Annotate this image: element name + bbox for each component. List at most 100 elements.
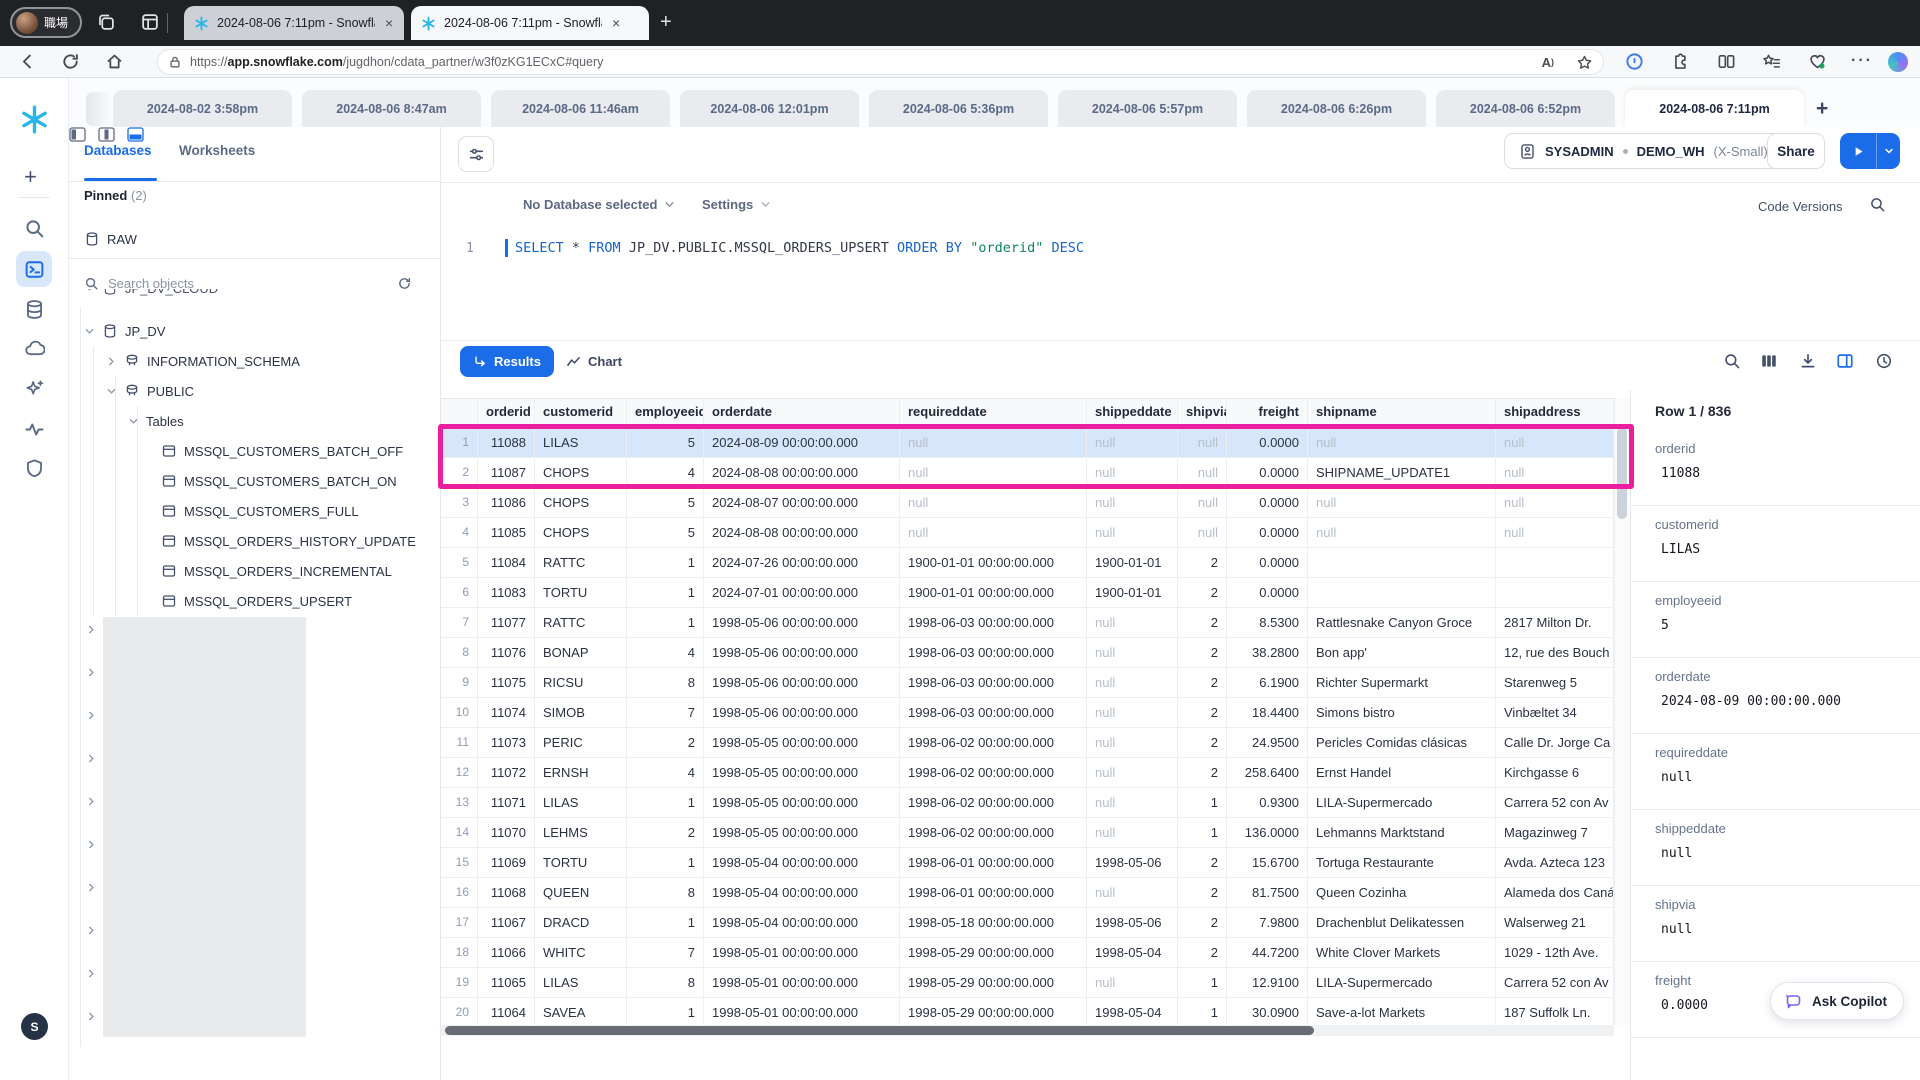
table-row[interactable]: 511084RATTC12024-07-26 00:00:00.0001900-…	[441, 548, 1614, 578]
table-row[interactable]: 911075RICSU81998-05-06 00:00:00.0001998-…	[441, 668, 1614, 698]
tree-item[interactable]: MSSQL_CUSTOMERS_BATCH_OFF	[150, 436, 403, 466]
table-cell[interactable]: 11067	[478, 908, 535, 938]
table-cell[interactable]: Bon app'	[1308, 638, 1496, 668]
table-cell[interactable]: 1998-05-18 00:00:00.000	[900, 908, 1087, 938]
table-cell[interactable]: 11083	[478, 578, 535, 608]
table-cell[interactable]: 11073	[478, 728, 535, 758]
table-cell[interactable]: CHOPS	[535, 488, 627, 518]
row-number-cell[interactable]: 9	[441, 668, 478, 698]
table-cell[interactable]: 0.0000	[1227, 518, 1308, 548]
worksheet-tab[interactable]: 2024-08-06 5:36pm	[869, 90, 1048, 127]
table-cell[interactable]: 258.6400	[1227, 758, 1308, 788]
table-cell[interactable]: null	[1308, 428, 1496, 458]
table-cell[interactable]: 2	[627, 728, 704, 758]
table-cell[interactable]	[1308, 548, 1496, 578]
table-cell[interactable]: 2	[1178, 668, 1227, 698]
code-versions-link[interactable]: Code Versions	[1758, 199, 1843, 214]
browser-essentials-icon[interactable]	[1808, 52, 1827, 71]
table-cell[interactable]: null	[1496, 458, 1614, 488]
table-cell[interactable]: 1998-05-06 00:00:00.000	[704, 668, 900, 698]
table-cell[interactable]: 1998-05-01 00:00:00.000	[704, 938, 900, 968]
chevron-down-icon[interactable]	[84, 289, 95, 294]
table-cell[interactable]: CHOPS	[535, 458, 627, 488]
chevron-right-icon[interactable]	[86, 710, 97, 721]
row-number-cell[interactable]: 20	[441, 998, 478, 1028]
refresh-icon[interactable]	[61, 52, 80, 71]
table-cell[interactable]: 2	[1178, 908, 1227, 938]
table-cell[interactable]: 11084	[478, 548, 535, 578]
table-cell[interactable]: SIMOB	[535, 698, 627, 728]
table-cell[interactable]: LEHMS	[535, 818, 627, 848]
table-cell[interactable]: 0.9300	[1227, 788, 1308, 818]
table-cell[interactable]: 15.6700	[1227, 848, 1308, 878]
table-cell[interactable]: Avda. Azteca 123	[1496, 848, 1614, 878]
results-search-icon[interactable]	[1723, 352, 1741, 370]
table-cell[interactable]: 1	[627, 908, 704, 938]
tree-item[interactable]: JP_DV_CLOUD	[84, 289, 218, 303]
row-number-cell[interactable]: 13	[441, 788, 478, 818]
table-cell[interactable]: 6.1900	[1227, 668, 1308, 698]
table-cell[interactable]: Carrera 52 con Av	[1496, 788, 1614, 818]
table-cell[interactable]: 1998-05-05 00:00:00.000	[704, 728, 900, 758]
table-cell[interactable]: Queen Cozinha	[1308, 878, 1496, 908]
table-cell[interactable]: 1998-06-03 00:00:00.000	[900, 668, 1087, 698]
tab-chart[interactable]: Chart	[558, 346, 630, 377]
tab-results[interactable]: Results	[460, 346, 554, 377]
table-cell[interactable]: LILAS	[535, 788, 627, 818]
run-options-chevron-icon[interactable]	[1877, 133, 1900, 169]
table-cell[interactable]: Pericles Comidas clásicas	[1308, 728, 1496, 758]
layout-left-panel-icon[interactable]	[69, 127, 86, 142]
table-cell[interactable]: 2	[1178, 878, 1227, 908]
table-cell[interactable]: 1998-05-06 00:00:00.000	[704, 638, 900, 668]
table-cell[interactable]: Ernst Handel	[1308, 758, 1496, 788]
table-cell[interactable]: 1998-06-03 00:00:00.000	[900, 698, 1087, 728]
table-cell[interactable]: 1	[1178, 998, 1227, 1028]
table-cell[interactable]: 2	[1178, 758, 1227, 788]
table-cell[interactable]: 1998-06-01 00:00:00.000	[900, 878, 1087, 908]
table-cell[interactable]: 1029 - 12th Ave.	[1496, 938, 1614, 968]
table-cell[interactable]: WHITC	[535, 938, 627, 968]
table-cell[interactable]: 0.0000	[1227, 458, 1308, 488]
run-button[interactable]	[1840, 133, 1900, 169]
row-number-cell[interactable]: 2	[441, 458, 478, 488]
table-cell[interactable]: 1998-05-04	[1087, 998, 1178, 1028]
table-cell[interactable]: Save-a-lot Markets	[1308, 998, 1496, 1028]
column-header[interactable]: customerid	[535, 398, 627, 425]
row-number-cell[interactable]: 19	[441, 968, 478, 998]
table-cell[interactable]: null	[1178, 518, 1227, 548]
tab-worksheets[interactable]: Worksheets	[179, 143, 255, 158]
table-cell[interactable]: 1900-01-01 00:00:00.000	[900, 578, 1087, 608]
table-cell[interactable]: 11069	[478, 848, 535, 878]
table-cell[interactable]: 11075	[478, 668, 535, 698]
table-cell[interactable]: 7.9800	[1227, 908, 1308, 938]
table-cell[interactable]: 1998-05-05 00:00:00.000	[704, 758, 900, 788]
table-cell[interactable]: 2	[627, 818, 704, 848]
table-cell[interactable]: Lehmanns Marktstand	[1308, 818, 1496, 848]
table-row[interactable]: 1611068QUEEN81998-05-04 00:00:00.0001998…	[441, 878, 1614, 908]
table-cell[interactable]: Carrera 52 con Av	[1496, 968, 1614, 998]
edge-copilot-icon[interactable]	[1888, 52, 1908, 72]
browser-tab[interactable]: 2024-08-06 7:11pm - Snowfla×	[184, 6, 404, 40]
table-row[interactable]: 1711067DRACD11998-05-04 00:00:00.0001998…	[441, 908, 1614, 938]
browser-tab[interactable]: 2024-08-06 7:11pm - Snowfla×	[411, 6, 649, 40]
table-cell[interactable]: 1998-05-01 00:00:00.000	[704, 968, 900, 998]
table-row[interactable]: 1111073PERIC21998-05-05 00:00:00.0001998…	[441, 728, 1614, 758]
row-number-cell[interactable]: 10	[441, 698, 478, 728]
shield-nav-icon[interactable]	[24, 458, 45, 479]
table-cell[interactable]: 4	[627, 638, 704, 668]
table-cell[interactable]: 2024-08-08 00:00:00.000	[704, 458, 900, 488]
row-number-cell[interactable]: 12	[441, 758, 478, 788]
table-cell[interactable]: Magazinweg 7	[1496, 818, 1614, 848]
table-cell[interactable]: SHIPNAME_UPDATE1	[1308, 458, 1496, 488]
table-cell[interactable]: PERIC	[535, 728, 627, 758]
table-cell[interactable]: null	[1087, 878, 1178, 908]
table-cell[interactable]: 44.7200	[1227, 938, 1308, 968]
table-cell[interactable]: 1998-05-29 00:00:00.000	[900, 968, 1087, 998]
table-cell[interactable]: 5	[627, 488, 704, 518]
table-cell[interactable]: 1998-05-06 00:00:00.000	[704, 608, 900, 638]
table-cell[interactable]: null	[1496, 518, 1614, 548]
new-worksheet-tab-button[interactable]: +	[1814, 97, 1832, 127]
table-cell[interactable]: 2817 Milton Dr.	[1496, 608, 1614, 638]
extension-icon[interactable]	[1670, 52, 1689, 71]
table-row[interactable]: 211087CHOPS42024-08-08 00:00:00.000nulln…	[441, 458, 1614, 488]
